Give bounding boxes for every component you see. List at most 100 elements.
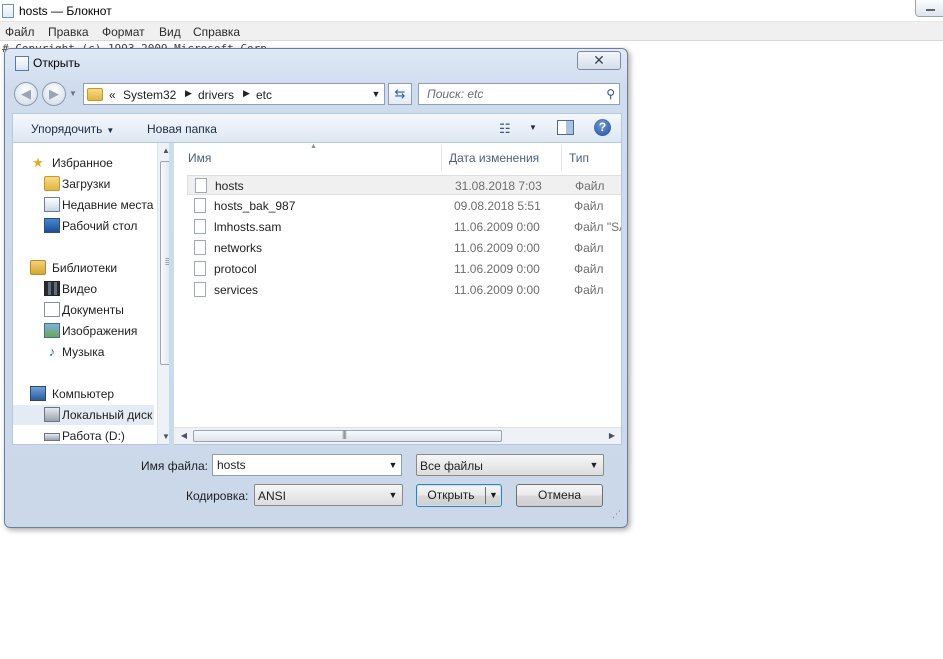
file-icon <box>194 219 206 234</box>
hscrollbar-thumb[interactable]: ||| <box>193 429 502 442</box>
chevron-down-icon: ▼ <box>388 490 398 500</box>
file-icon <box>194 240 206 255</box>
search-icon[interactable]: ⚲ <box>606 87 615 101</box>
open-options-dropdown-icon[interactable]: ▼ <box>489 485 498 506</box>
forward-button[interactable]: ▶ <box>42 82 66 106</box>
encoding-label: Кодировка: <box>186 489 249 503</box>
chevron-down-icon: ▼ <box>589 460 599 470</box>
nav-favorites[interactable]: ★ Избранное <box>13 153 154 173</box>
breadcrumb-etc[interactable]: etc <box>256 88 272 102</box>
view-dropdown-icon[interactable]: ▼ <box>529 123 537 132</box>
column-header-date[interactable]: Дата изменения <box>449 151 539 165</box>
file-name: services <box>214 283 259 297</box>
file-icon <box>194 261 206 276</box>
file-type: Файл <box>574 262 604 276</box>
libraries-icon <box>30 260 46 275</box>
breadcrumb-overflow[interactable]: « <box>109 88 116 102</box>
folder-icon <box>87 88 103 101</box>
file-row[interactable]: services 11.06.2009 0:00 Файл <box>187 280 621 300</box>
column-divider[interactable] <box>561 145 562 171</box>
nav-label: Музыка <box>62 345 105 359</box>
menu-view[interactable]: Вид <box>159 25 181 39</box>
file-row[interactable]: hosts_bak_987 09.08.2018 5:51 Файл <box>187 196 621 216</box>
nav-computer[interactable]: Компьютер <box>13 384 154 404</box>
file-name: protocol <box>214 262 257 276</box>
nav-desktop[interactable]: Рабочий стол <box>13 216 154 236</box>
filename-dropdown-icon[interactable]: ▼ <box>385 455 401 475</box>
column-header-type[interactable]: Тип <box>569 151 589 165</box>
nav-label: Избранное <box>52 156 113 170</box>
organize-label: Упорядочить <box>31 122 103 136</box>
nav-label: Документы <box>62 303 124 317</box>
resize-grip-icon[interactable]: ⋰ <box>612 510 621 519</box>
search-input[interactable] <box>419 84 597 104</box>
nav-drive-d[interactable]: Работа (D:) <box>13 426 154 444</box>
open-button[interactable]: Открыть ▼ <box>416 484 502 507</box>
back-button[interactable]: ◀ <box>14 82 38 106</box>
scroll-up-icon[interactable]: ▲ <box>158 143 169 159</box>
address-bar[interactable]: « System32 ▶ drivers ▶ etc ▼ <box>83 83 385 105</box>
nav-label: Загрузки <box>62 177 111 191</box>
file-list-hscrollbar[interactable]: ◀ ||| ▶ <box>174 427 621 444</box>
menu-help[interactable]: Справка <box>193 25 240 39</box>
file-date: 11.06.2009 0:00 <box>454 220 540 234</box>
search-box[interactable]: ⚲ <box>418 83 620 105</box>
menu-file[interactable]: Файл <box>5 25 35 39</box>
grip-icon: == <box>165 256 169 268</box>
breadcrumb-drivers[interactable]: drivers <box>198 88 234 102</box>
new-folder-button[interactable]: Новая папка <box>147 122 217 136</box>
close-button[interactable]: ✕ <box>577 51 621 70</box>
scroll-down-icon[interactable]: ▼ <box>158 429 169 444</box>
nav-recent-places[interactable]: Недавние места <box>13 195 154 215</box>
column-divider[interactable] <box>441 145 442 171</box>
nav-label: Работа (D:) <box>62 429 125 443</box>
encoding-select[interactable]: ANSI ▼ <box>254 484 403 506</box>
menu-format[interactable]: Формат <box>102 25 145 39</box>
filename-combobox[interactable]: ▼ <box>212 454 402 476</box>
file-date: 11.06.2009 0:00 <box>454 262 540 276</box>
breadcrumb-separator-icon[interactable]: ▶ <box>185 88 192 99</box>
scroll-left-icon[interactable]: ◀ <box>176 428 192 444</box>
file-icon <box>194 282 206 297</box>
nav-label: Недавние места <box>62 198 154 212</box>
view-options-icon[interactable]: ☷ <box>499 121 511 137</box>
nav-video[interactable]: Видео <box>13 279 154 299</box>
organize-button[interactable]: Упорядочить ▼ <box>31 122 114 136</box>
downloads-folder-icon <box>44 176 60 191</box>
file-row[interactable]: protocol 11.06.2009 0:00 Файл <box>187 259 621 279</box>
cancel-button[interactable]: Отмена <box>516 484 603 507</box>
column-header-name[interactable]: Имя <box>188 151 211 165</box>
navigation-pane: ★ Избранное Загрузки Недавние места Рабо… <box>12 143 169 445</box>
nav-music[interactable]: ♪ Музыка <box>13 342 154 362</box>
refresh-button[interactable]: ⇆ <box>388 83 412 105</box>
nav-local-disk[interactable]: Локальный диск <box>13 405 154 425</box>
nav-downloads[interactable]: Загрузки <box>13 174 154 194</box>
filename-input[interactable] <box>213 455 383 475</box>
file-row[interactable]: lmhosts.sam 11.06.2009 0:00 Файл "SA <box>187 217 621 237</box>
address-dropdown-icon[interactable]: ▼ <box>368 84 384 104</box>
file-date: 09.08.2018 5:51 <box>454 199 541 213</box>
minimize-button[interactable] <box>915 0 943 17</box>
file-type-filter[interactable]: Все файлы ▼ <box>416 454 604 476</box>
breadcrumb-separator-icon[interactable]: ▶ <box>243 88 250 99</box>
preview-pane-icon[interactable] <box>557 120 574 135</box>
nav-scrollbar[interactable]: ▲ == ▼ <box>157 143 169 444</box>
recent-locations-dropdown[interactable]: ▼ <box>69 89 77 98</box>
file-row[interactable]: networks 11.06.2009 0:00 Файл <box>187 238 621 258</box>
nav-libraries[interactable]: Библиотеки <box>13 258 154 278</box>
file-type-filter-value: Все файлы <box>420 459 483 473</box>
nav-label: Библиотеки <box>52 261 118 275</box>
breadcrumb-system32[interactable]: System32 <box>123 88 176 102</box>
file-type: Файл <box>574 199 604 213</box>
help-icon[interactable]: ? <box>594 119 611 136</box>
nav-pictures[interactable]: Изображения <box>13 321 154 341</box>
menu-edit[interactable]: Правка <box>48 25 89 39</box>
file-icon <box>194 198 206 213</box>
scroll-right-icon[interactable]: ▶ <box>604 428 620 444</box>
nav-label: Локальный диск <box>62 408 153 422</box>
file-type: Файл <box>574 241 604 255</box>
file-row[interactable]: hosts 31.08.2018 7:03 Файл <box>187 175 621 195</box>
sort-ascending-icon: ▲ <box>310 143 317 150</box>
nav-documents[interactable]: Документы <box>13 300 154 320</box>
nav-scrollbar-thumb[interactable]: == <box>160 161 169 365</box>
